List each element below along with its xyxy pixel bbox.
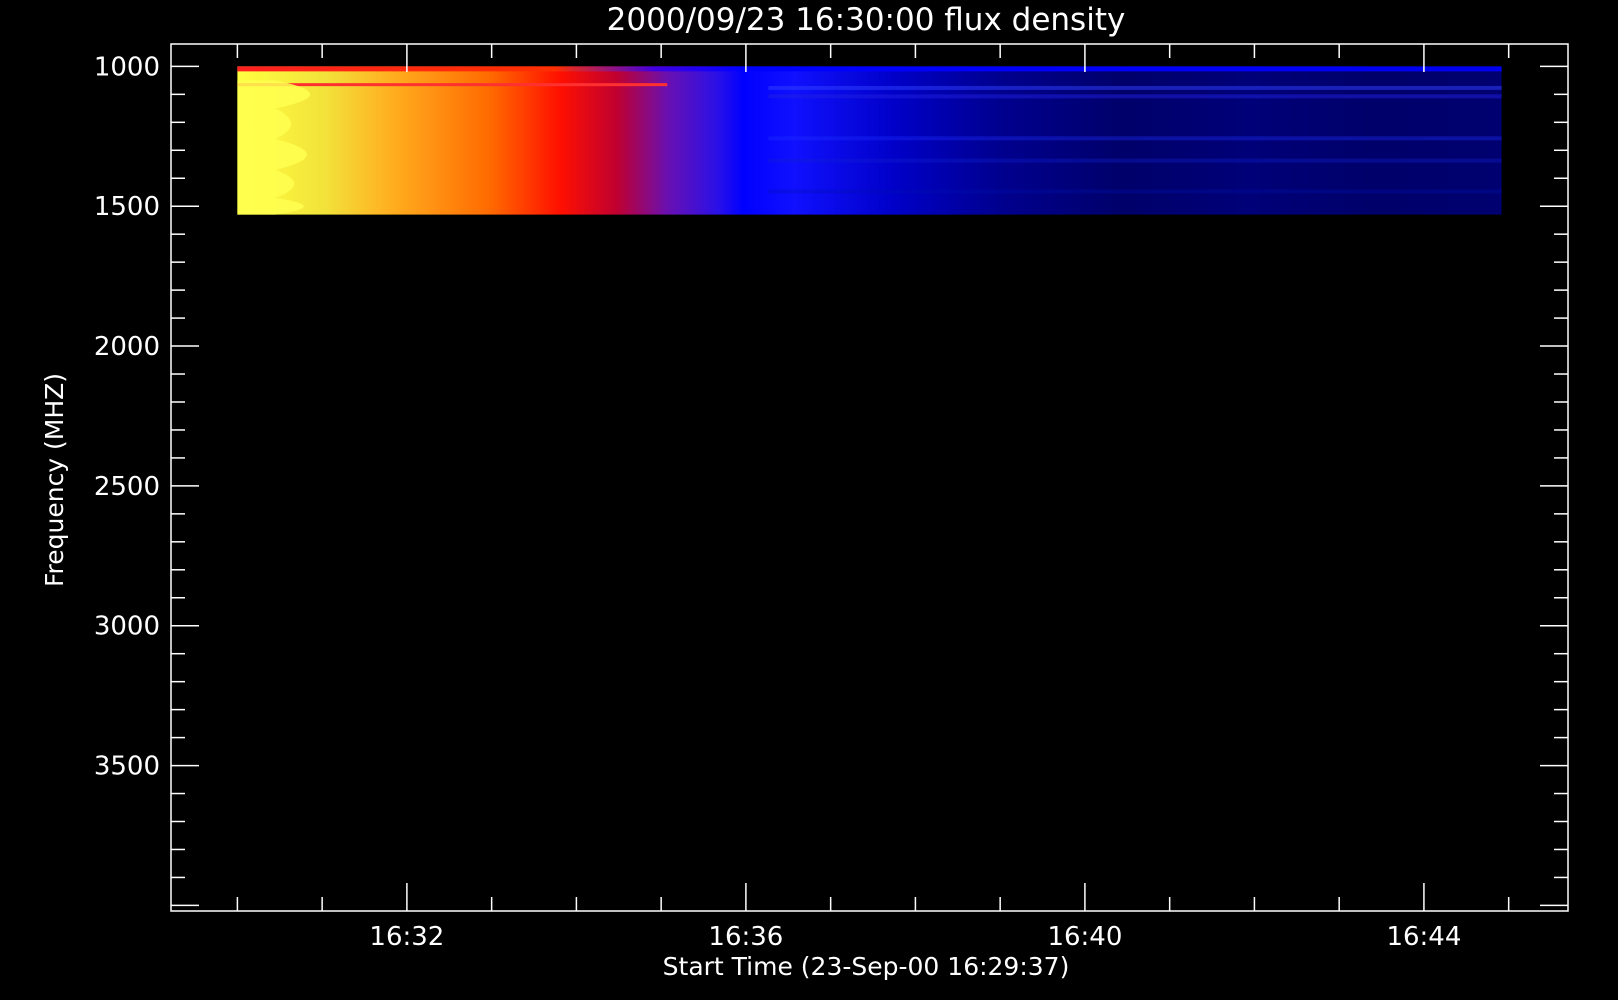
heatmap-streak — [768, 94, 1502, 99]
x-axis-tick-labels: 16:32 16:36 16:40 16:44 — [369, 922, 1461, 952]
x-tick-label: 16:36 — [708, 922, 783, 952]
y-tick-label: 3000 — [94, 612, 160, 642]
heatmap-band — [237, 83, 668, 87]
spectrogram-chart: 2000/09/23 16:30:00 flux density 1000 150… — [40, 2, 1569, 981]
heatmap-streak — [768, 158, 1502, 163]
heatmap-streak — [768, 136, 1502, 141]
y-tick-label: 3500 — [94, 752, 160, 782]
y-tick-label: 1500 — [94, 192, 160, 222]
y-axis-label: Frequency (MHZ) — [40, 373, 69, 587]
heatmap-lobe — [237, 108, 292, 140]
x-axis-label: Start Time (23-Sep-00 16:29:37) — [663, 952, 1070, 981]
x-tick-label: 16:44 — [1386, 922, 1461, 952]
plot-area: 1000 1500 2000 2500 3000 3500 16:32 16:36 16:40… — [94, 43, 1569, 952]
x-tick-label: 16:32 — [369, 922, 444, 952]
y-tick-label: 2500 — [94, 472, 160, 502]
heatmap-streak — [768, 85, 1502, 90]
heatmap-band — [237, 66, 1502, 72]
chart-title: 2000/09/23 16:30:00 flux density — [607, 2, 1126, 38]
x-tick-label: 16:40 — [1047, 922, 1122, 952]
heatmap-data — [237, 66, 1502, 215]
heatmap-streak — [768, 189, 1502, 194]
y-tick-label: 1000 — [94, 52, 160, 82]
y-tick-label: 2000 — [94, 332, 160, 362]
y-axis-tick-labels: 1000 1500 2000 2500 3000 3500 — [94, 52, 160, 781]
